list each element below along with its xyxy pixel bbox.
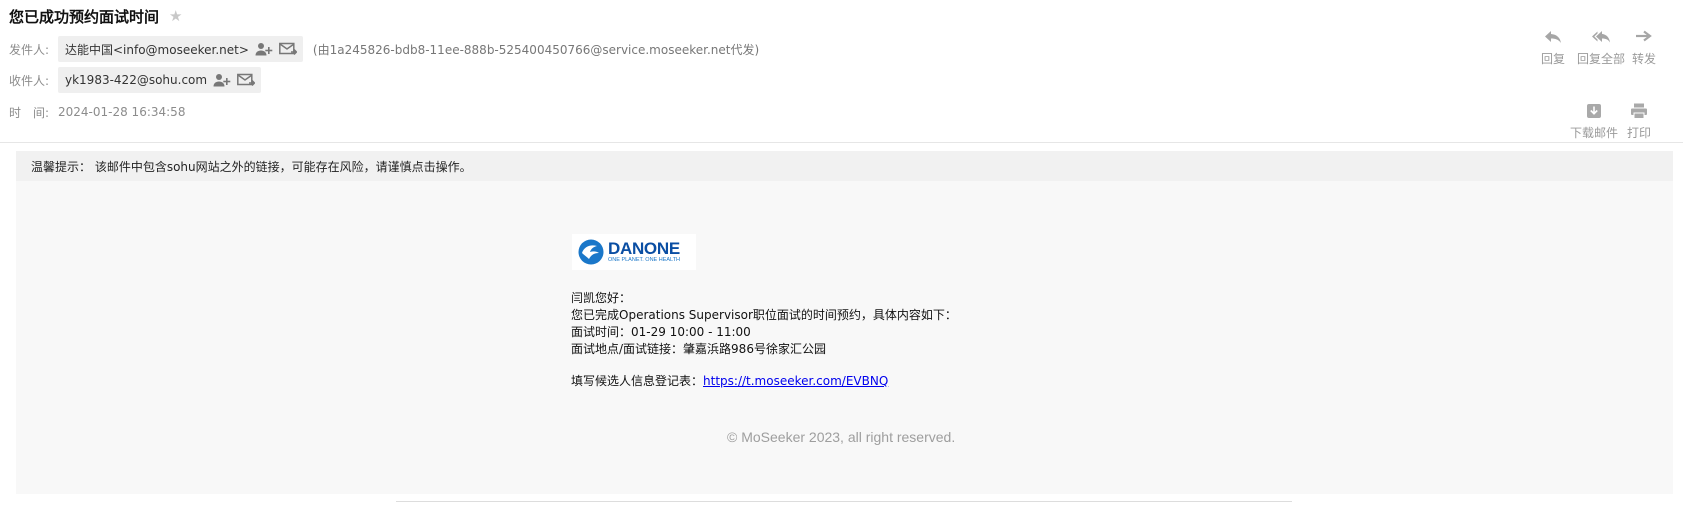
sender-chip[interactable]: 达能中国<info@moseeker.net>: [58, 36, 303, 62]
mail-body: [16, 181, 1673, 494]
recipient-address: yk1983-422@sohu.com: [65, 73, 208, 87]
bottom-divider: [396, 501, 1292, 502]
download-mail-label: 下载邮件: [1570, 126, 1619, 140]
copyright: © MoSeeker 2023, all right reserved.: [727, 429, 956, 445]
add-contact-icon[interactable]: [213, 73, 231, 87]
forward-label: 转发: [1632, 52, 1657, 66]
logo-text: DANONE ONE PLANET. ONE HEALTH: [608, 240, 680, 264]
download-icon: [1587, 104, 1601, 118]
warning-text: 温馨提示： 该邮件中包含sohu网站之外的链接，可能存在风险，请谨慎点击操作。: [31, 159, 472, 174]
reply-all-icon: [1592, 31, 1610, 43]
confirmation-line: 您已完成Operations Supervisor职位面试的时间预约，具体内容如…: [571, 308, 957, 322]
from-label: 发件人:: [9, 42, 50, 57]
recipient-chip[interactable]: yk1983-422@sohu.com: [58, 67, 262, 93]
print-button[interactable]: 打印: [1627, 102, 1651, 141]
form-line: 填写候选人信息登记表：https://t.moseeker.com/EVBNQ: [571, 372, 888, 389]
forward-button[interactable]: 转发: [1632, 28, 1656, 67]
greeting: 闫凯您好：: [571, 291, 632, 305]
sender-via: (由1a245826-bdb8-11ee-888b-525400450766@s…: [312, 42, 760, 57]
add-contact-icon[interactable]: [255, 42, 273, 56]
mail-icon[interactable]: [278, 42, 297, 56]
time-label: 时 间:: [9, 105, 50, 120]
time-row: 时 间: 2024-01-28 16:34:58: [9, 103, 185, 121]
interview-location: 面试地点/面试链接：肇嘉浜路986号徐家汇公园: [571, 342, 826, 356]
to-row: 收件人: yk1983-422@sohu.com: [9, 67, 262, 93]
form-link[interactable]: https://t.moseeker.com/EVBNQ: [703, 374, 888, 388]
reply-button[interactable]: 回复: [1541, 28, 1565, 67]
reply-all-label: 回复全部: [1577, 52, 1626, 66]
email-subject: 您已成功预约面试时间: [9, 7, 160, 26]
print-icon: [1631, 103, 1647, 119]
download-mail-button[interactable]: 下载邮件: [1570, 102, 1618, 141]
forward-icon: [1636, 30, 1652, 42]
from-row: 发件人: 达能中国<info@moseeker.net> (由1a245826-…: [9, 36, 759, 62]
danone-bird-icon: [578, 239, 604, 265]
to-label: 收件人:: [9, 73, 50, 88]
external-link-warning: 温馨提示： 该邮件中包含sohu网站之外的链接，可能存在风险，请谨慎点击操作。: [16, 151, 1673, 181]
interview-time: 面试时间：01-29 10:00 - 11:00: [571, 325, 751, 339]
reply-label: 回复: [1541, 52, 1566, 66]
danone-logo: DANONE ONE PLANET. ONE HEALTH: [572, 234, 696, 270]
star-icon[interactable]: ★: [169, 9, 182, 24]
print-label: 打印: [1627, 126, 1652, 140]
logo-tagline: ONE PLANET. ONE HEALTH: [608, 257, 681, 263]
form-label: 填写候选人信息登记表：: [571, 374, 704, 388]
time-value: 2024-01-28 16:34:58: [58, 105, 186, 119]
reply-icon: [1545, 31, 1561, 43]
sender-name: 达能中国<info@moseeker.net>: [65, 42, 249, 57]
email-subject-row: 您已成功预约面试时间 ★: [9, 5, 182, 27]
header-divider: [0, 142, 1683, 143]
reply-all-button[interactable]: 回复全部: [1577, 28, 1625, 67]
logo-word: DANONE: [608, 239, 680, 258]
mail-icon[interactable]: [237, 73, 256, 87]
